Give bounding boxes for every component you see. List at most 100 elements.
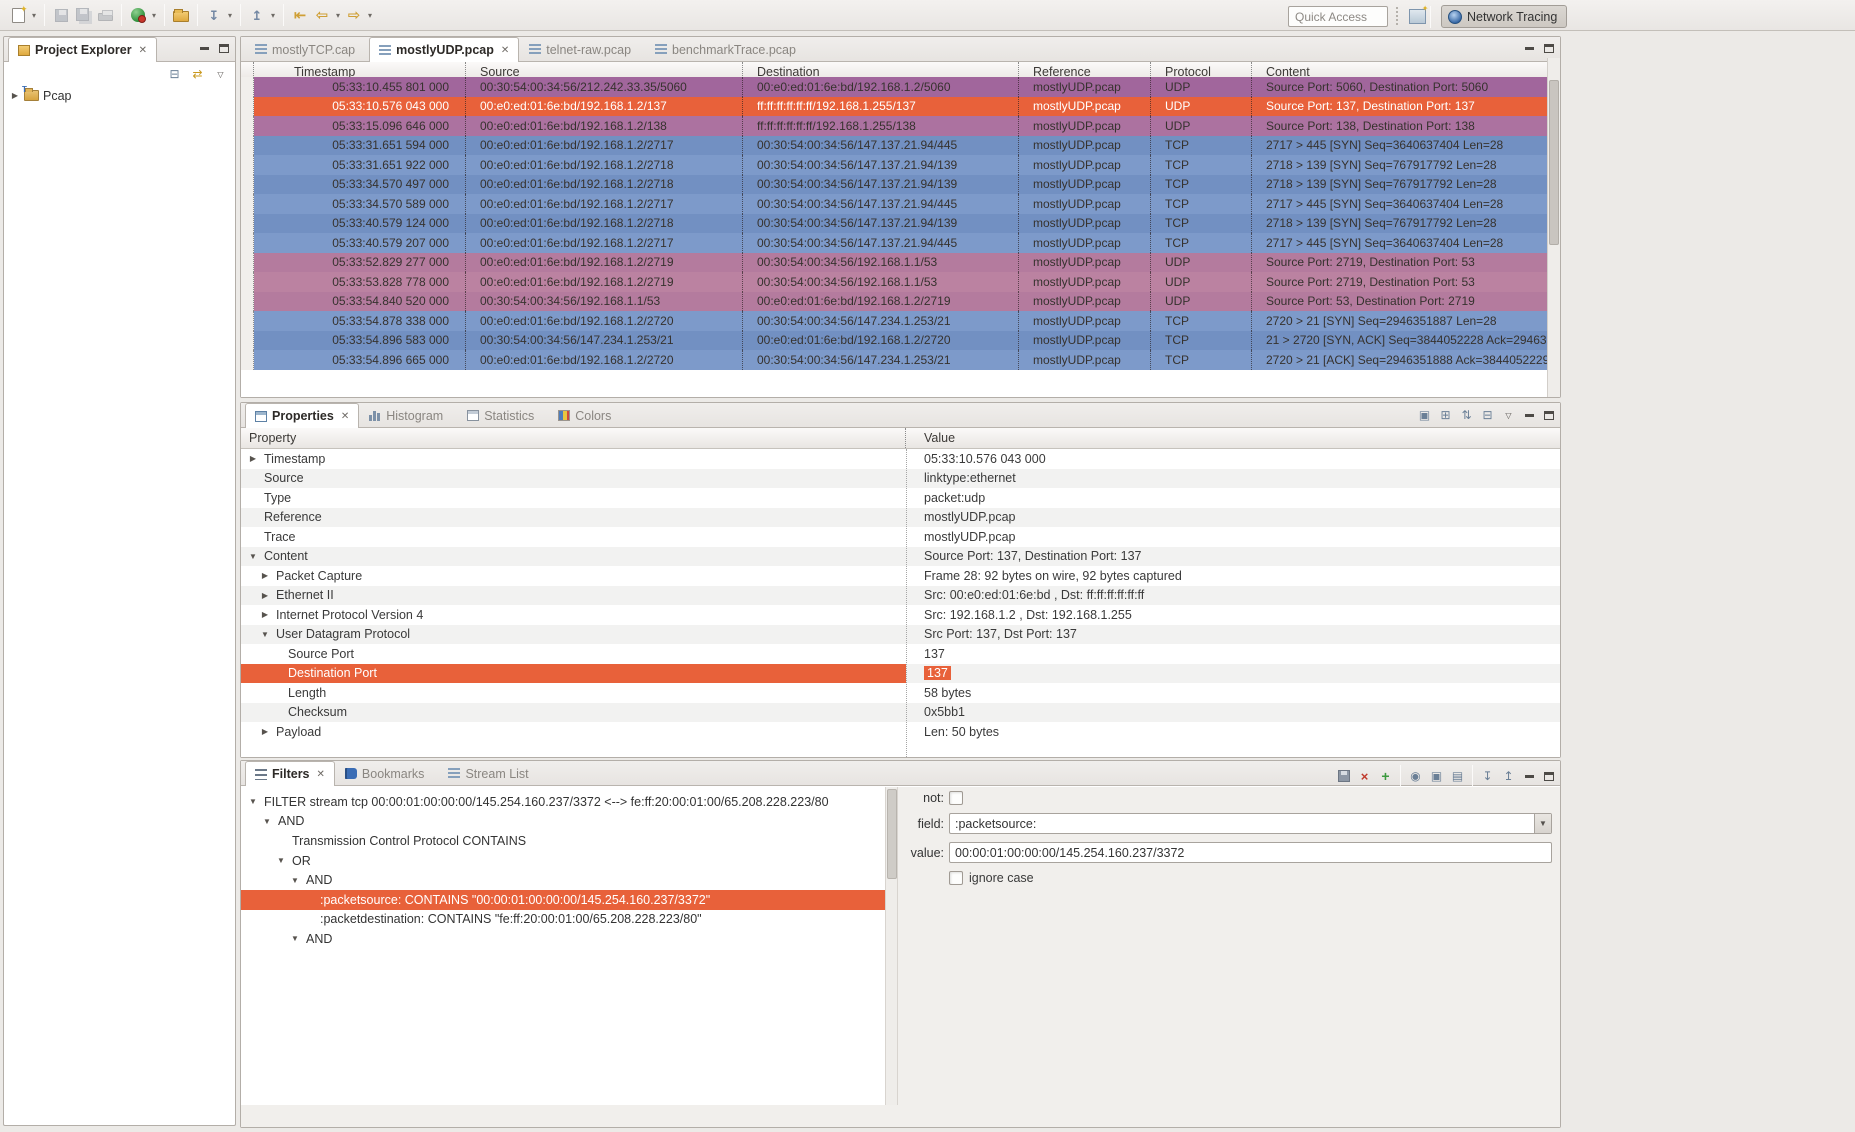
tree-item-project[interactable]: ▶Pcap (4, 86, 235, 105)
run-icon[interactable] (127, 4, 149, 26)
packet-row[interactable]: 05:33:54.878 338 00000:e0:ed:01:6e:bd/19… (241, 311, 1549, 331)
property-row[interactable]: ▼ContentSource Port: 137, Destination Po… (241, 547, 1560, 567)
not-checkbox[interactable] (949, 791, 963, 805)
chevron-right-icon[interactable]: ▶ (260, 610, 270, 619)
close-icon[interactable]: ✕ (341, 411, 349, 422)
packet-row[interactable]: 05:33:34.570 497 00000:e0:ed:01:6e:bd/19… (241, 175, 1549, 195)
tab-telnet-raw-pcap[interactable]: telnet-raw.pcap (519, 37, 645, 61)
back-icon[interactable]: ⇦ (311, 4, 333, 26)
tab-histogram[interactable]: Histogram (359, 403, 457, 427)
property-row[interactable]: Source Port137 (241, 644, 1560, 664)
property-row[interactable]: ▶PayloadLen: 50 bytes (241, 722, 1560, 742)
close-icon[interactable]: ✕ (317, 769, 325, 780)
save-all-icon[interactable] (72, 4, 94, 26)
packet-row[interactable]: 05:33:10.576 043 00000:e0:ed:01:6e:bd/19… (241, 97, 1549, 117)
property-row[interactable]: ReferencemostlyUDP.pcap (241, 508, 1560, 528)
property-row[interactable]: Typepacket:udp (241, 488, 1560, 508)
minimize-button[interactable] (1521, 408, 1537, 422)
tab-bookmarks[interactable]: Bookmarks (335, 761, 439, 785)
open-perspective-icon[interactable] (1406, 6, 1428, 28)
value-input[interactable] (949, 842, 1552, 863)
maximize-button[interactable] (1541, 408, 1557, 422)
add-filter-icon[interactable]: + (1377, 768, 1394, 784)
chevron-right-icon[interactable]: ▶ (260, 571, 270, 580)
chevron-down-icon[interactable]: ▼ (262, 817, 272, 826)
packet-row[interactable]: 05:33:34.570 589 00000:e0:ed:01:6e:bd/19… (241, 194, 1549, 214)
filter-tree-row[interactable]: :packetsource: CONTAINS "00:00:01:00:00:… (241, 890, 885, 910)
delete-filter-icon[interactable]: × (1356, 768, 1373, 784)
chevron-right-icon[interactable]: ▶ (10, 91, 20, 100)
tab-properties[interactable]: Properties✕ (245, 403, 359, 428)
property-row[interactable]: Length58 bytes (241, 683, 1560, 703)
tab-statistics[interactable]: Statistics (457, 403, 548, 427)
tab-mostlyudp-pcap[interactable]: mostlyUDP.pcap✕ (369, 37, 519, 62)
dropdown-arrow-icon[interactable]: ▾ (333, 11, 343, 20)
tab-colors[interactable]: Colors (548, 403, 625, 427)
filter-tree-row[interactable]: ▼OR (241, 851, 885, 871)
chevron-down-icon[interactable]: ▼ (248, 552, 258, 561)
tab-filters[interactable]: Filters✕ (245, 761, 335, 786)
export-icon[interactable]: ↥ (246, 4, 268, 26)
minimize-button[interactable] (1521, 41, 1537, 55)
property-row[interactable]: ▶Ethernet IISrc: 00:e0:ed:01:6e:bd , Dst… (241, 586, 1560, 606)
forward-icon[interactable]: ⇨ (343, 4, 365, 26)
packet-row[interactable]: 05:33:15.096 646 00000:e0:ed:01:6e:bd/19… (241, 116, 1549, 136)
ignore-case-checkbox[interactable] (949, 871, 963, 885)
value-column-header[interactable]: Value (906, 428, 1560, 448)
packet-row[interactable]: 05:33:52.829 277 00000:e0:ed:01:6e:bd/19… (241, 253, 1549, 273)
packet-row[interactable]: 05:33:10.455 801 00000:30:54:00:34:56/21… (241, 77, 1549, 97)
property-row[interactable]: ▼User Datagram ProtocolSrc Port: 137, Ds… (241, 625, 1560, 645)
save-icon[interactable] (50, 4, 72, 26)
filter-tree-row[interactable]: Transmission Control Protocol CONTAINS (241, 831, 885, 851)
property-column-header[interactable]: Property (241, 428, 906, 448)
chevron-down-icon[interactable]: ▼ (276, 856, 286, 865)
quick-access-input[interactable] (1288, 6, 1388, 27)
property-row[interactable]: Sourcelinktype:ethernet (241, 469, 1560, 489)
view-menu-icon[interactable]: ▽ (1500, 407, 1517, 423)
packet-row[interactable]: 05:33:40.579 124 00000:e0:ed:01:6e:bd/19… (241, 214, 1549, 234)
collapse-all-icon[interactable]: ⊟ (166, 66, 183, 82)
chevron-down-icon[interactable]: ▼ (290, 876, 300, 885)
scrollbar-thumb[interactable] (1549, 80, 1559, 245)
collapse-all-icon[interactable]: ⊟ (1479, 407, 1496, 423)
copy-filter-icon[interactable]: ▣ (1428, 768, 1445, 784)
open-new-view-icon[interactable]: ▣ (1416, 407, 1433, 423)
filter-tree-row[interactable]: ▼AND (241, 929, 885, 949)
chevron-down-icon[interactable]: ▼ (290, 934, 300, 943)
close-icon[interactable]: ✕ (139, 45, 147, 56)
chevron-right-icon[interactable]: ▶ (260, 591, 270, 600)
minimize-button[interactable] (1521, 769, 1537, 783)
view-menu-icon[interactable]: ▽ (212, 66, 229, 82)
filter-tree-row[interactable]: ▼AND (241, 812, 885, 832)
save-filter-icon[interactable] (1335, 768, 1352, 784)
chevron-right-icon[interactable]: ▶ (260, 727, 270, 736)
chevron-down-icon[interactable]: ▼ (260, 630, 270, 639)
maximize-button[interactable] (216, 41, 232, 55)
export-filter-icon[interactable]: ↥ (1500, 768, 1517, 784)
filter-tree-row[interactable]: ▼FILTER stream tcp 00:00:01:00:00:00/145… (241, 792, 885, 812)
new-wizard-icon[interactable]: ✦ (7, 4, 29, 26)
property-row[interactable]: Destination Port137 (241, 664, 1560, 684)
last-edit-location-icon[interactable]: ⇤ (289, 4, 311, 26)
paste-filter-icon[interactable]: ▤ (1449, 768, 1466, 784)
packet-row[interactable]: 05:33:54.840 520 00000:30:54:00:34:56/19… (241, 292, 1549, 312)
property-row[interactable]: ▶Packet CaptureFrame 28: 92 bytes on wir… (241, 566, 1560, 586)
property-row[interactable]: ▶Timestamp05:33:10.576 043 000 (241, 449, 1560, 469)
property-row[interactable]: TracemostlyUDP.pcap (241, 527, 1560, 547)
filter-tree-scrollbar[interactable] (885, 787, 898, 1105)
scrollbar-thumb[interactable] (887, 789, 897, 879)
chevron-right-icon[interactable]: ▶ (248, 454, 258, 463)
packet-table-scrollbar[interactable] (1547, 58, 1560, 397)
tab-stream-list[interactable]: Stream List (438, 761, 542, 785)
tab-benchmarktrace-pcap[interactable]: benchmarkTrace.pcap (645, 37, 810, 61)
import-icon[interactable]: ↧ (203, 4, 225, 26)
packet-row[interactable]: 05:33:54.896 665 00000:e0:ed:01:6e:bd/19… (241, 350, 1549, 370)
tree-mode-icon[interactable]: ⊞ (1437, 407, 1454, 423)
packet-row[interactable]: 05:33:40.579 207 00000:e0:ed:01:6e:bd/19… (241, 233, 1549, 253)
tab-project-explorer[interactable]: Project Explorer ✕ (8, 37, 157, 62)
tab-mostlytcp-cap[interactable]: mostlyTCP.cap (245, 37, 369, 61)
link-with-editor-icon[interactable]: ⇄ (189, 66, 206, 82)
maximize-button[interactable] (1541, 769, 1557, 783)
dropdown-arrow-icon[interactable]: ▾ (29, 11, 39, 20)
close-icon[interactable]: ✕ (501, 45, 509, 56)
